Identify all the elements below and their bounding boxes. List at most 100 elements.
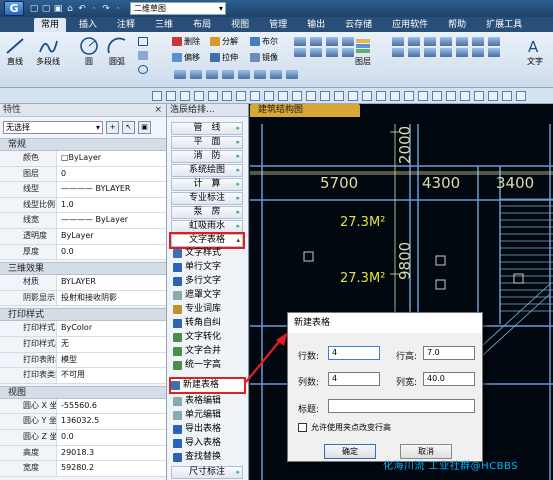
layer-state-icon[interactable] [392,48,404,57]
layer-state-icon[interactable] [488,37,500,46]
tab-annotate[interactable]: 注释 [110,18,142,32]
rotate-icon[interactable] [206,70,218,79]
tool-strip-icon[interactable] [222,90,232,101]
tab-extensions[interactable]: 扩展工具 [479,18,529,32]
trim-icon[interactable] [238,70,250,79]
property-row[interactable]: 圆心 X 坐标-55560.6 [0,398,166,415]
tool-strip-icon[interactable] [180,90,190,101]
tool-strip-icon[interactable] [376,90,386,101]
tool-strip-icon[interactable] [488,90,498,101]
property-row[interactable]: 厚度 0.0 [0,244,166,261]
tool-strip-icon[interactable] [292,90,302,101]
palette-item[interactable]: 查找替换 [173,451,245,464]
layer-state-icon[interactable] [472,37,484,46]
palette-category[interactable]: 平 面 [171,136,243,149]
tool-strip-icon[interactable] [362,90,372,101]
property-value[interactable]: ———— ByLayer [56,213,166,228]
palette-item[interactable]: 转角自纠 [173,317,245,330]
redo-dropdown-icon[interactable]: · [112,4,124,14]
tool-strip-icon[interactable] [320,90,330,101]
palette-category-text-table[interactable]: 文字表格 [169,232,245,249]
new-table-item[interactable]: 新建表格 [169,377,246,394]
palette-item[interactable]: 多行文字 [173,275,245,288]
tab-layout[interactable]: 布局 [186,18,218,32]
tab-view[interactable]: 视图 [224,18,256,32]
layer-tool-icon[interactable] [310,37,322,46]
palette-category[interactable]: 泵 房 [171,206,243,219]
cols-input[interactable]: 4 [328,372,380,386]
palette-item[interactable]: 单元编辑 [173,409,245,422]
mirror-button[interactable]: 镜像 [250,52,278,63]
palette-category[interactable]: 管 线 [171,122,243,135]
layer-tool-icon[interactable] [326,37,338,46]
tool-strip-icon[interactable] [306,90,316,101]
property-value[interactable]: 不可用 [56,368,166,383]
explode-button[interactable]: 分解 [210,36,238,47]
tab-home[interactable]: 常用 [34,18,67,32]
palette-category[interactable]: 专业标注 [171,192,243,205]
tool-strip-icon[interactable] [474,90,484,101]
save-icon[interactable]: ▣ [52,4,64,14]
allow-grip-row-height-checkbox[interactable]: 允许使用夹点改变行高 [298,422,391,433]
circle-button[interactable]: 圆 [78,36,100,67]
layer-state-icon[interactable] [408,48,420,57]
layer-state-icon[interactable] [488,48,500,57]
rectangle-tool[interactable] [138,36,150,47]
palette-item[interactable]: 导出表格 [173,423,245,436]
tool-strip-icon[interactable] [236,90,246,101]
tool-strip-icon[interactable] [502,90,512,101]
property-row[interactable]: 宽度 59280.2 [0,461,166,477]
point-tool[interactable] [138,64,150,75]
property-value[interactable]: 29018.3 [56,445,166,461]
hatch-tool[interactable] [138,50,150,61]
tool-strip-icon[interactable] [516,90,526,101]
toggle-pickadd-icon[interactable]: + [106,121,119,134]
property-row[interactable]: 圆心 Y 坐标136032.5 [0,414,166,430]
tab-3d[interactable]: 三维 [148,18,180,32]
palette-category[interactable]: 计 算 [171,178,243,191]
erase-button[interactable]: 删除 [172,36,200,47]
offset-button[interactable]: 偏移 [172,52,200,63]
line-button[interactable]: 直线 [4,36,26,67]
property-value[interactable]: 0.0 [56,244,166,260]
layer-state-icon[interactable] [408,37,420,46]
property-value[interactable]: 136032.5 [56,414,166,429]
property-row[interactable]: 打印表附着到模型 [0,352,166,369]
property-value[interactable]: 0.0 [56,429,166,445]
palette-item[interactable]: 遮罩文字 [173,289,245,302]
tool-strip-icon[interactable] [348,90,358,101]
palette-category[interactable]: 系统绘图 [171,164,243,177]
rows-input[interactable]: 4 [328,346,380,360]
palette-category[interactable]: 消 防 [171,150,243,163]
layer-state-icon[interactable] [424,48,436,57]
col-width-input[interactable]: 40.0 [423,372,475,386]
tool-strip-icon[interactable] [152,90,162,101]
property-row[interactable]: 高度 29018.3 [0,445,166,462]
print-icon[interactable]: ⌂ [64,4,76,14]
tool-strip-icon[interactable] [334,90,344,101]
layer-tool-icon[interactable] [326,48,338,57]
property-value[interactable]: 1.0 [56,197,166,213]
property-value[interactable]: ByLayer [56,228,166,244]
open-icon[interactable]: ▢ [40,4,52,14]
property-row[interactable]: 阴影显示 投射和接收阴影 [0,290,166,307]
checkbox-box[interactable] [298,423,307,432]
tool-strip-icon[interactable] [278,90,288,101]
palette-category[interactable]: 尺寸标注 [171,466,243,479]
property-value[interactable]: -55560.6 [56,398,166,414]
tool-strip-icon[interactable] [404,90,414,101]
layer-state-icon[interactable] [456,48,468,57]
row-height-input[interactable]: 7.0 [423,346,475,360]
section-view[interactable]: 视图 [0,385,166,399]
property-row[interactable]: 透明度 ByLayer [0,228,166,245]
property-value[interactable]: 59280.2 [56,461,166,476]
extend-icon[interactable] [254,70,266,79]
section-plot-style[interactable]: 打印样式 [0,308,166,322]
close-icon[interactable]: × [154,104,162,117]
property-value[interactable]: BYLAYER [56,275,166,290]
palette-item[interactable]: 专业词库 [173,303,245,316]
property-value[interactable]: ByColor [56,321,166,336]
layer-tool-icon[interactable] [294,37,306,46]
tool-strip-icon[interactable] [208,90,218,101]
arc-button[interactable]: 圆弧 [106,36,128,67]
